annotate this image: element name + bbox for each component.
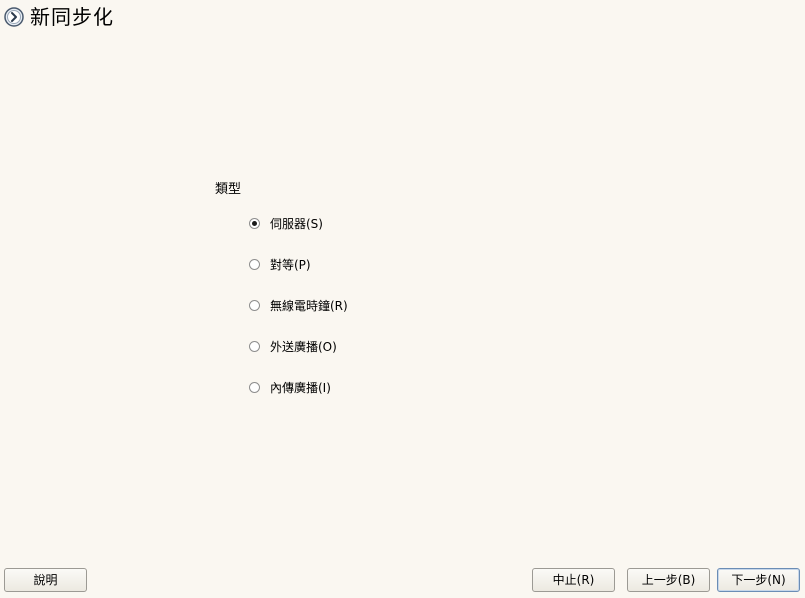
radio-label: 外送廣播(O) — [270, 339, 337, 354]
type-group-label: 類型 — [215, 182, 242, 197]
radio-option-outgoing-broadcast[interactable]: 外送廣播(O) — [249, 336, 348, 356]
radio-option-radio-clock[interactable]: 無線電時鐘(R) — [249, 295, 348, 315]
abort-button[interactable]: 中止(R) — [532, 568, 615, 592]
page-title: 新同步化 — [30, 5, 114, 29]
next-button[interactable]: 下一步(N) — [717, 568, 800, 592]
radio-button[interactable] — [249, 381, 260, 393]
radio-label: 對等(P) — [270, 257, 311, 272]
title-bar: 新同步化 — [4, 3, 114, 31]
radio-option-peer[interactable]: 對等(P) — [249, 254, 348, 274]
radio-button[interactable] — [249, 340, 260, 352]
radio-label: 伺服器(S) — [270, 216, 323, 231]
radio-button-checked[interactable] — [249, 217, 260, 229]
radio-option-server[interactable]: 伺服器(S) — [249, 213, 348, 233]
type-radio-group: 伺服器(S) 對等(P) 無線電時鐘(R) 外送廣播(O) 內傳廣播(I) — [249, 213, 348, 418]
radio-button[interactable] — [249, 299, 260, 311]
help-button[interactable]: 說明 — [4, 568, 87, 592]
wizard-arrow-icon — [4, 7, 24, 27]
radio-button[interactable] — [249, 258, 260, 270]
radio-option-incoming-broadcast[interactable]: 內傳廣播(I) — [249, 377, 348, 397]
back-button[interactable]: 上一步(B) — [627, 568, 710, 592]
radio-label: 內傳廣播(I) — [270, 380, 331, 395]
radio-label: 無線電時鐘(R) — [270, 298, 348, 313]
